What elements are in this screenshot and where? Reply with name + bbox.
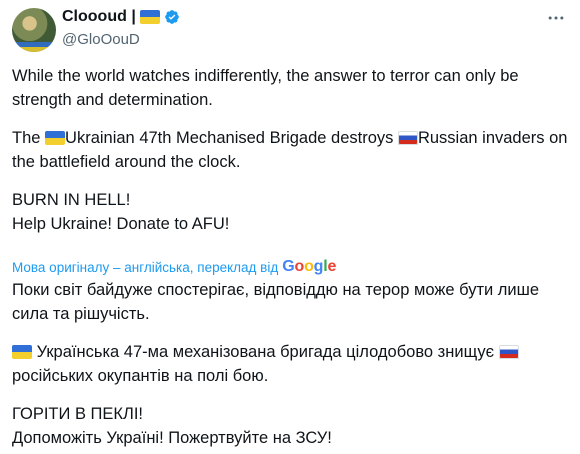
tweet-paragraph-2: The Ukrainian 47th Mechanised Brigade de… [12,129,568,171]
avatar[interactable] [12,8,56,52]
translated-paragraph-2: Українська 47-ма механізована бригада ці… [12,340,568,388]
translated-line-donate: Допоможіть Україні! Пожертвуйте на ЗСУ! [12,429,332,447]
tweet-paragraph-2-part-a: Ukrainian 47th Mechanised Brigade destro… [65,129,398,147]
author-name-row: Cloooud | [62,8,180,26]
tweet-line-burn: BURN IN HELL! [12,191,131,209]
ukraine-flag-icon [45,131,66,145]
translation-notice[interactable]: Мова оригіналу – англійська, переклад ві… [12,258,336,276]
russia-flag-icon [498,345,519,359]
more-icon[interactable] [544,6,568,30]
translated-text: Поки світ байдуже спостерігає, відповідд… [12,278,568,450]
ukraine-flag-icon [12,345,32,359]
verified-badge-icon [164,10,179,24]
translated-paragraph-1: Поки світ байдуже спостерігає, відповідд… [12,281,540,323]
author-display-name[interactable]: Cloooud | [62,8,136,26]
google-logo: Google [282,258,337,275]
tweet-line-donate: Help Ukraine! Donate to AFU! [12,215,230,233]
tweet-header: Cloooud | @GloOouD [12,6,568,54]
ukraine-flag-icon [139,10,160,24]
russia-flag-icon [397,131,418,145]
translated-paragraph-2-part-b: російських окупантів на полі бою. [12,367,269,385]
translated-paragraph-2-part-a: Українська 47-ма механізована бригада ці… [36,343,499,361]
author-handle[interactable]: @GloOouD [62,31,140,48]
tweet-paragraph-1: While the world watches indifferently, t… [12,67,519,109]
translation-notice-text[interactable]: Мова оригіналу – англійська, переклад ві… [12,260,278,275]
translated-line-burn: ГОРІТИ В ПЕКЛІ! [12,405,144,423]
tweet-text: While the world watches indifferently, t… [12,64,568,236]
